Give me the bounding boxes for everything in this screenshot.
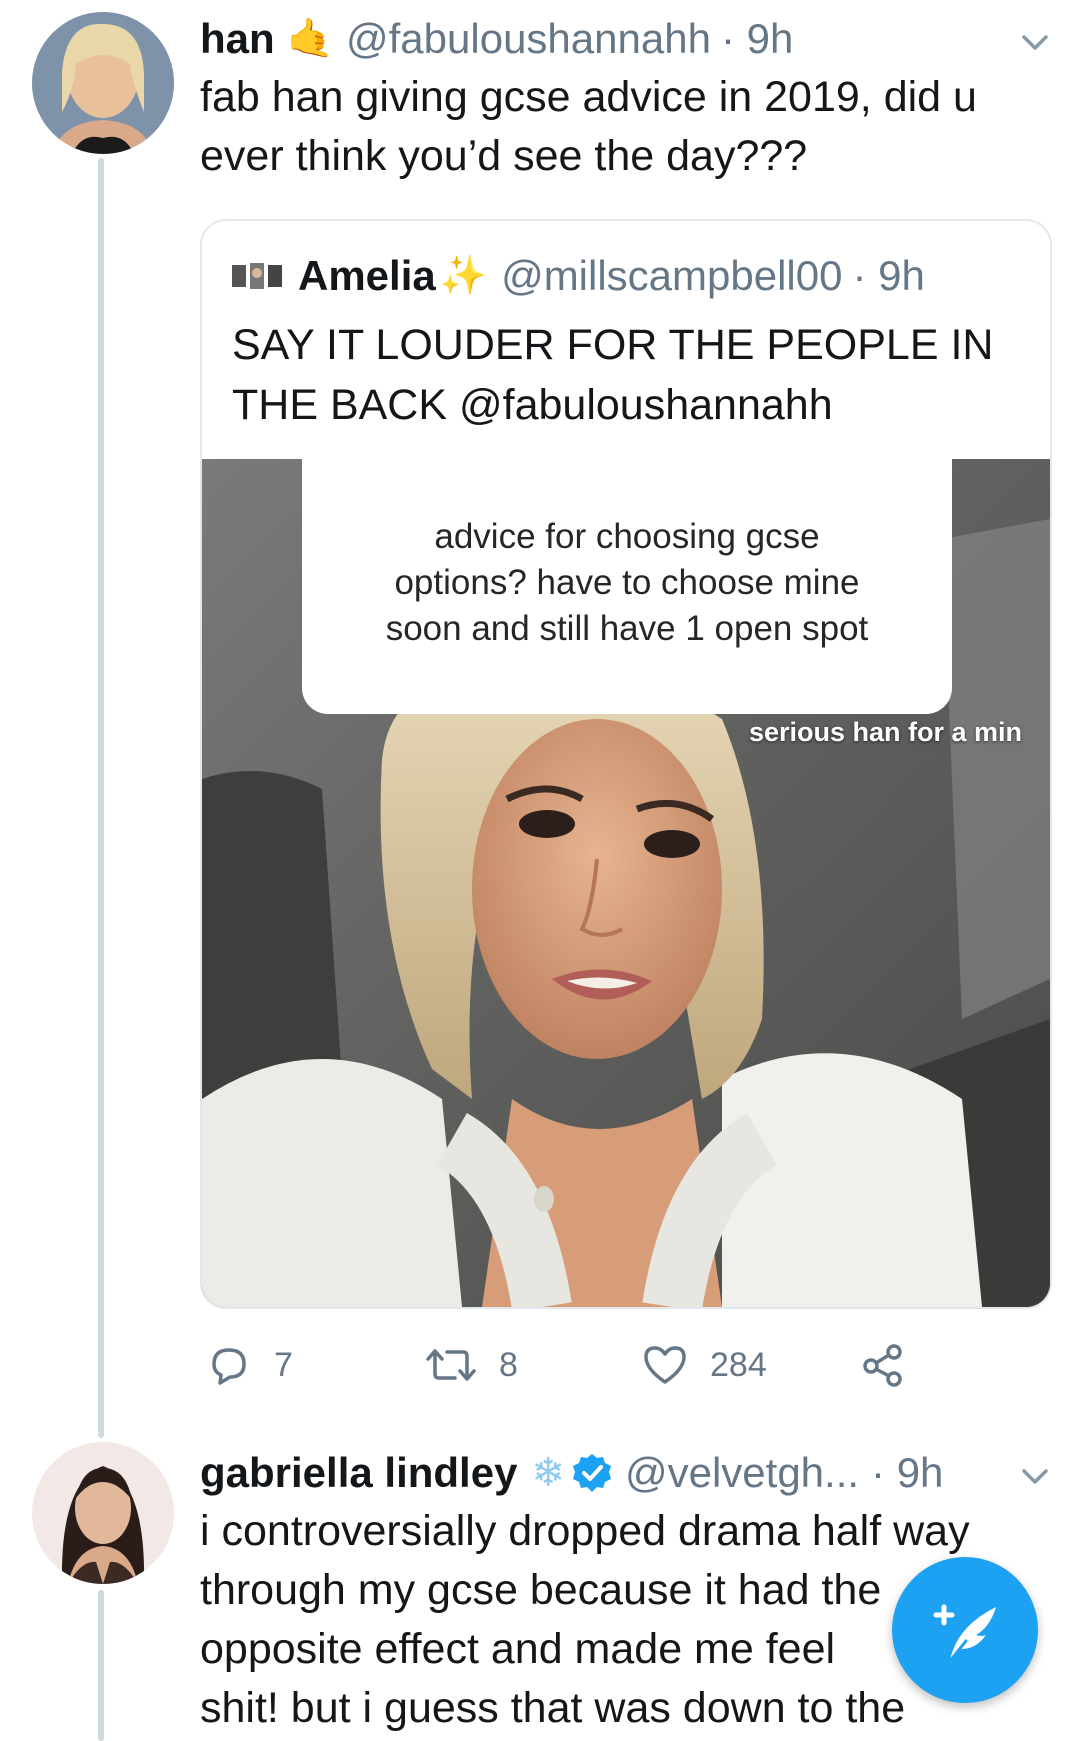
like-count: 284 bbox=[710, 1345, 767, 1384]
tweet-time: · 9h bbox=[720, 15, 794, 62]
quote-media-image[interactable]: advice for choosing gcse options? have t… bbox=[202, 459, 1050, 1307]
author-handle[interactable]: @velvetgh... bbox=[625, 1449, 859, 1497]
question-line: soon and still have 1 open spot bbox=[385, 609, 869, 648]
tweet-text-line: fab han giving gcse advice in 2019, did … bbox=[200, 73, 977, 121]
retweet-button[interactable]: 8 bbox=[425, 1340, 518, 1390]
tweet1-text: fab han giving gcse advice in 2019, did … bbox=[200, 68, 1060, 186]
reply-button[interactable]: 7 bbox=[206, 1340, 293, 1390]
retweet-count: 8 bbox=[499, 1345, 518, 1384]
author-name[interactable]: han bbox=[200, 15, 275, 63]
quote-author-name[interactable]: Amelia bbox=[298, 252, 436, 300]
quote-avatar bbox=[232, 261, 282, 291]
quote-header: Amelia ✨ @millscampbell00 · 9h bbox=[232, 247, 925, 305]
avatar-gabriella[interactable] bbox=[32, 1442, 174, 1584]
retweet-icon bbox=[426, 1349, 476, 1381]
share-icon bbox=[863, 1344, 902, 1387]
share-button[interactable] bbox=[860, 1340, 928, 1390]
call-me-hand-emoji: 🤙 bbox=[286, 18, 334, 60]
reply-icon bbox=[212, 1348, 246, 1385]
verified-badge-icon bbox=[571, 1452, 613, 1494]
chevron-down-icon[interactable] bbox=[1015, 1456, 1055, 1496]
author-name[interactable]: gabriella lindley bbox=[200, 1449, 517, 1497]
quote-time: · 9h bbox=[852, 252, 925, 299]
author-handle[interactable]: @fabuloushannahh bbox=[346, 15, 711, 63]
tweet-text-line: i controversially dropped drama half way bbox=[200, 1507, 970, 1555]
snowflake-emoji: ❄ bbox=[531, 1451, 565, 1495]
tweet-time: · 9h bbox=[871, 1449, 944, 1496]
like-button[interactable]: 284 bbox=[642, 1340, 767, 1390]
thread-line-1 bbox=[98, 158, 104, 1438]
tweet-text-line: ever think you’d see the day??? bbox=[200, 132, 808, 180]
tweet1-header: han 🤙 @fabuloushannahh · 9h bbox=[200, 10, 793, 68]
thread-line-2 bbox=[98, 1590, 104, 1741]
story-caption: serious han for a min bbox=[748, 717, 1022, 747]
compose-tweet-icon bbox=[933, 1604, 996, 1663]
avatar-han[interactable] bbox=[32, 12, 174, 154]
quote-text: SAY IT LOUDER FOR THE PEOPLE IN THE BACK… bbox=[232, 315, 1032, 435]
tweet2-header: gabriella lindley ❄ @velvetgh... · 9h bbox=[200, 1444, 943, 1502]
sparkles-emoji: ✨ bbox=[439, 255, 488, 297]
instagram-question-box: advice for choosing gcse options? have t… bbox=[302, 459, 952, 714]
quote-text-line: THE BACK @fabuloushannahh bbox=[232, 381, 833, 429]
quote-text-line: SAY IT LOUDER FOR THE PEOPLE IN bbox=[232, 321, 994, 369]
heart-icon bbox=[644, 1346, 686, 1384]
reply-count: 7 bbox=[274, 1345, 293, 1384]
quote-author-handle[interactable]: @millscampbell00 bbox=[501, 252, 842, 300]
compose-tweet-button[interactable] bbox=[892, 1557, 1038, 1703]
chevron-down-icon[interactable] bbox=[1015, 22, 1055, 62]
quoted-tweet-card[interactable]: Amelia ✨ @millscampbell00 · 9h SAY IT LO… bbox=[200, 219, 1052, 1309]
question-line: options? have to choose mine bbox=[394, 563, 860, 602]
question-line: advice for choosing gcse bbox=[434, 517, 820, 556]
